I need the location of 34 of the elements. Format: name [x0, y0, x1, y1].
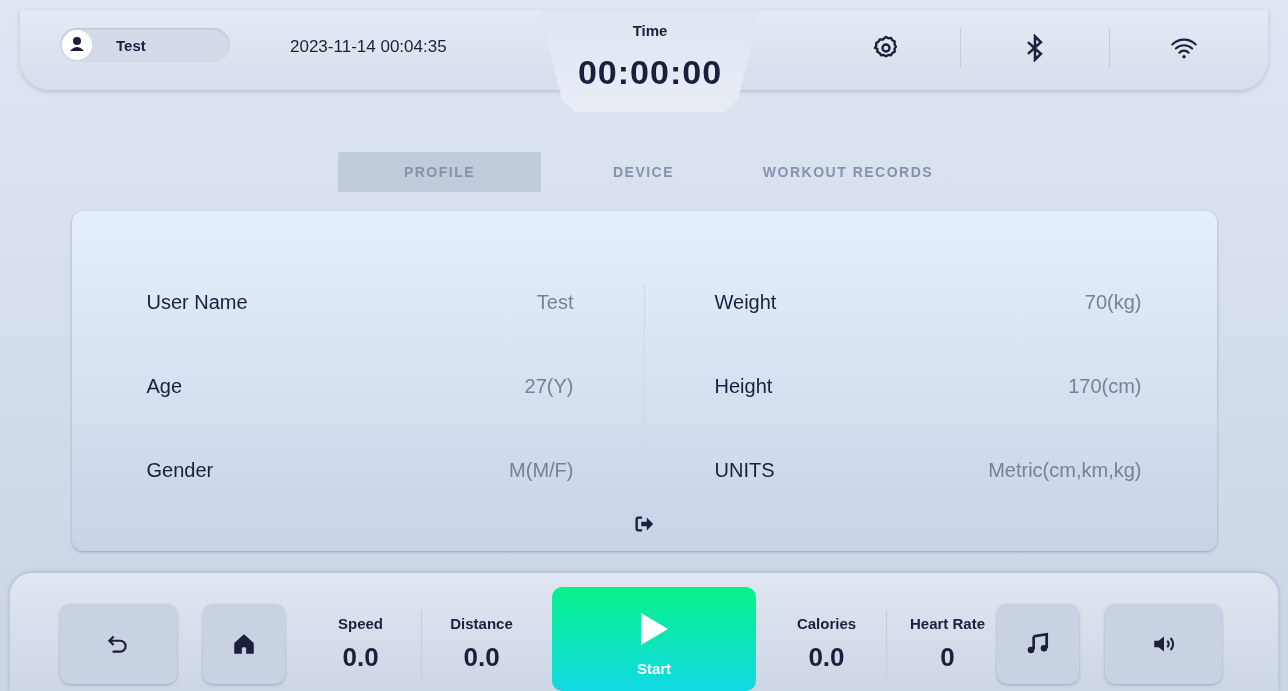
field-label: UNITS [714, 459, 775, 483]
music-button[interactable] [997, 604, 1080, 684]
stat-label: Speed [338, 615, 384, 632]
field-value: M(M/F) [509, 459, 574, 483]
logout-icon[interactable] [633, 513, 655, 535]
stat-label: Calories [796, 615, 857, 632]
field-value: 170(cm) [1068, 375, 1142, 399]
home-button[interactable] [202, 604, 285, 684]
field-value: 27(Y) [524, 375, 574, 399]
play-icon [639, 611, 669, 646]
time-value: 00:00:00 [577, 53, 723, 92]
avatar-icon [62, 30, 92, 60]
stat-label: Heart Rate [909, 615, 985, 632]
stat-value: 0.0 [808, 642, 845, 673]
tab[interactable]: DEVICE [542, 152, 746, 192]
tab[interactable]: WORKOUT RECORDS [746, 152, 950, 192]
stat-value: 0 [940, 642, 955, 673]
stat-label: Distance [450, 615, 513, 632]
date-time: 2023-11-14 00:04:35 [290, 37, 447, 57]
field-label: Height [714, 375, 773, 399]
field-label: User Name [146, 291, 248, 315]
time-label: Time [632, 22, 668, 39]
stat-value: 0.0 [342, 642, 379, 673]
field-label: Gender [146, 459, 214, 483]
field-label: Age [146, 375, 183, 399]
user-pill[interactable]: Test [60, 28, 230, 62]
field-value: Metric(cm,km,kg) [988, 459, 1142, 483]
field-label: Weight [714, 291, 777, 315]
field-value: Test [536, 291, 574, 315]
field-value: 70(kg) [1084, 291, 1142, 315]
user-name: Test [116, 36, 146, 54]
tab[interactable]: PROFILE [338, 152, 542, 192]
stat-value: 0.0 [463, 642, 500, 673]
start-button[interactable]: Start [551, 587, 757, 691]
